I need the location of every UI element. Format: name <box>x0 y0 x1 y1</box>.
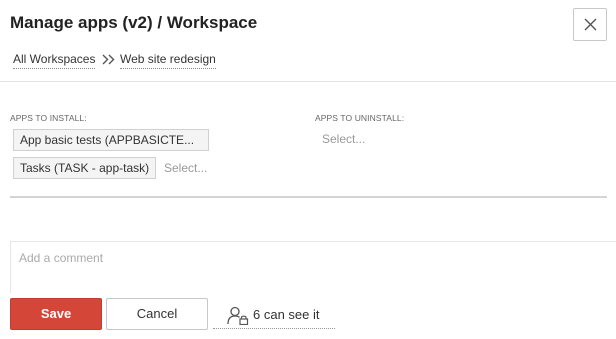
comment-placeholder: Add a comment <box>19 251 104 265</box>
apps-to-install-select[interactable]: Select... <box>164 161 207 175</box>
installed-app-chip-app-basic-tests[interactable]: App basic tests (APPBASICTE... <box>13 129 209 151</box>
double-chevron-right-icon <box>102 54 115 65</box>
user-lock-icon <box>227 306 249 325</box>
installed-app-chip-tasks[interactable]: Tasks (TASK - app-task) <box>13 157 156 179</box>
apps-to-install-label: APPS TO INSTALL: <box>10 113 87 123</box>
breadcrumb-all-workspaces[interactable]: All Workspaces <box>13 52 96 69</box>
header-divider <box>0 81 616 82</box>
close-icon <box>584 18 597 31</box>
close-button[interactable] <box>573 8 607 41</box>
cancel-button[interactable]: Cancel <box>106 298 208 330</box>
page-title: Manage apps (v2) / Workspace <box>10 13 258 32</box>
comment-field[interactable]: Add a comment <box>10 241 616 293</box>
visibility-label: 6 can see it <box>253 307 320 322</box>
visibility-button[interactable]: 6 can see it <box>213 301 335 329</box>
save-button[interactable]: Save <box>10 298 102 330</box>
breadcrumb-current-workspace[interactable]: Web site redesign <box>120 52 216 69</box>
section-divider <box>10 196 607 198</box>
apps-to-uninstall-select[interactable]: Select... <box>322 132 365 146</box>
apps-to-uninstall-label: APPS TO UNINSTALL: <box>315 113 405 123</box>
